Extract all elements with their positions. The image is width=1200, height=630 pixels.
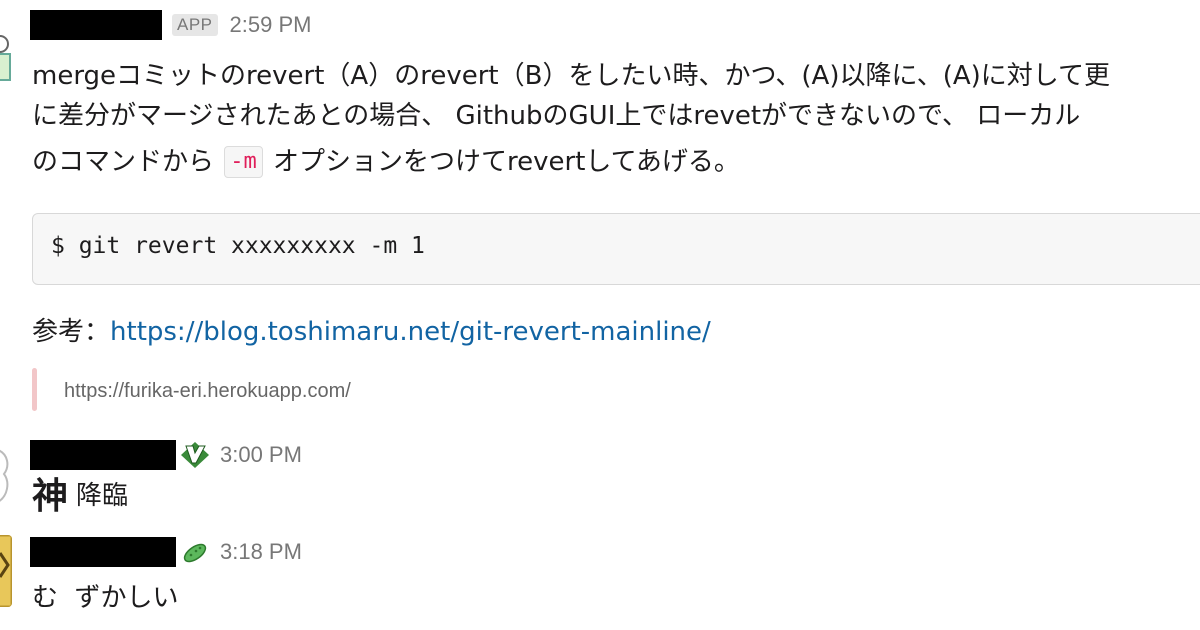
message-timestamp[interactable]: 3:18 PM: [220, 539, 302, 565]
reference-link[interactable]: https://blog.toshimaru.net/git-revert-ma…: [110, 317, 711, 347]
message-body: 神降臨: [32, 476, 128, 517]
app-avatar[interactable]: [0, 8, 12, 88]
reference-label: 参考：: [32, 317, 111, 347]
app-badge: APP: [172, 14, 218, 36]
message-text: オプションをつけてrevertしてあげる。: [273, 147, 740, 177]
message-header: 3:00 PM: [30, 440, 302, 470]
user-avatar[interactable]: [0, 535, 12, 607]
code-block-text: $ git revert xxxxxxxxx -m 1: [51, 233, 425, 259]
message-text: む ずかしい: [32, 583, 179, 613]
slack-message-pane: APP 2:59 PM mergeコミットのrevert（A）のrevert（B…: [0, 0, 1200, 630]
message-text: のコマンドから: [32, 147, 215, 177]
unfurl-url[interactable]: https://furika-eri.herokuapp.com/: [64, 380, 416, 403]
user-avatar[interactable]: [0, 440, 12, 510]
message-header: 3:18 PM: [30, 537, 302, 567]
message-line-with-code: のコマンドから -m オプションをつけてrevertしてあげる。: [32, 142, 740, 182]
message-line: mergeコミットのrevert（A）のrevert（B）をしたい時、かつ、(A…: [32, 61, 1110, 91]
message-timestamp[interactable]: 3:00 PM: [220, 442, 302, 468]
message-header: APP 2:59 PM: [30, 10, 311, 40]
redacted-sender-name[interactable]: [30, 537, 176, 567]
reference-line: 参考：https://blog.toshimaru.net/git-revert…: [32, 312, 711, 352]
message-timestamp[interactable]: 2:59 PM: [230, 12, 312, 38]
code-block[interactable]: $ git revert xxxxxxxxx -m 1: [32, 213, 1200, 285]
message-text: 降臨: [76, 481, 129, 511]
redacted-sender-name[interactable]: [30, 10, 162, 40]
unfurl-accent-bar: [32, 368, 37, 411]
kami-emoji: 神: [32, 476, 69, 517]
inline-code: -m: [224, 146, 263, 178]
redacted-sender-name[interactable]: [30, 440, 176, 470]
vim-icon: [180, 441, 210, 469]
message-line: に差分がマージされたあとの場合、 GithubのGUI上ではrevetができない…: [32, 101, 1081, 131]
cucumber-icon: [180, 538, 210, 566]
